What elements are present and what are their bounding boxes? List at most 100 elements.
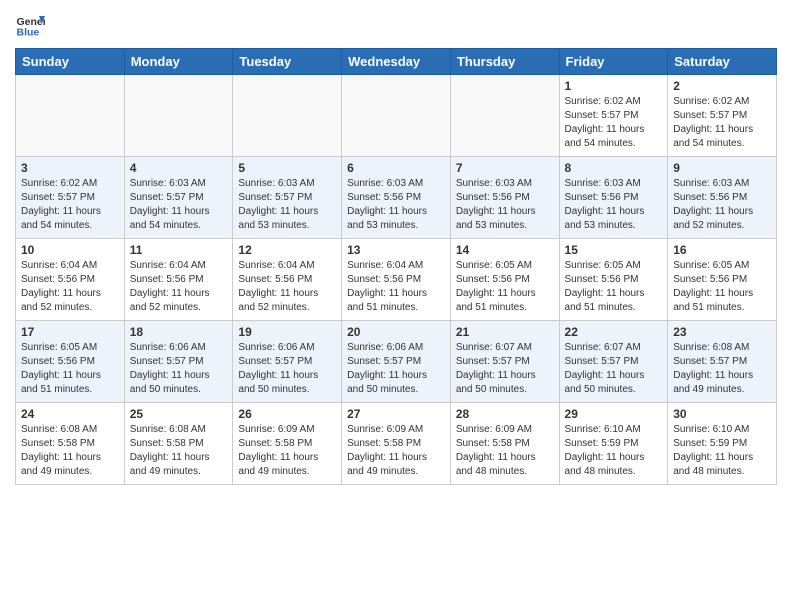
day-info: Sunrise: 6:08 AM Sunset: 5:58 PM Dayligh…	[21, 423, 119, 479]
sunrise-label: Sunrise: 6:03 AM	[456, 178, 532, 189]
weekday-header-row: SundayMondayTuesdayWednesdayThursdayFrid…	[16, 49, 777, 75]
sunset-label: Sunset: 5:56 PM	[347, 274, 421, 285]
calendar-cell: 29 Sunrise: 6:10 AM Sunset: 5:59 PM Dayl…	[559, 403, 668, 485]
calendar-cell	[233, 75, 342, 157]
daylight-label: Daylight: 11 hours and 52 minutes.	[130, 288, 210, 313]
daylight-label: Daylight: 11 hours and 53 minutes.	[238, 206, 318, 231]
sunset-label: Sunset: 5:58 PM	[238, 438, 312, 449]
sunrise-label: Sunrise: 6:04 AM	[21, 260, 97, 271]
logo-icon: General Blue	[15, 10, 45, 40]
sunset-label: Sunset: 5:56 PM	[673, 274, 747, 285]
sunset-label: Sunset: 5:56 PM	[130, 274, 204, 285]
weekday-header-saturday: Saturday	[668, 49, 777, 75]
calendar-cell: 4 Sunrise: 6:03 AM Sunset: 5:57 PM Dayli…	[124, 157, 233, 239]
day-info: Sunrise: 6:03 AM Sunset: 5:56 PM Dayligh…	[673, 177, 771, 233]
day-number: 1	[565, 79, 663, 93]
sunrise-label: Sunrise: 6:08 AM	[673, 342, 749, 353]
daylight-label: Daylight: 11 hours and 48 minutes.	[456, 452, 536, 477]
day-number: 26	[238, 407, 336, 421]
calendar-cell: 27 Sunrise: 6:09 AM Sunset: 5:58 PM Dayl…	[342, 403, 451, 485]
sunrise-label: Sunrise: 6:10 AM	[565, 424, 641, 435]
daylight-label: Daylight: 11 hours and 50 minutes.	[238, 370, 318, 395]
sunrise-label: Sunrise: 6:04 AM	[130, 260, 206, 271]
header: General Blue	[15, 10, 777, 40]
daylight-label: Daylight: 11 hours and 53 minutes.	[347, 206, 427, 231]
sunset-label: Sunset: 5:57 PM	[347, 356, 421, 367]
day-info: Sunrise: 6:03 AM Sunset: 5:56 PM Dayligh…	[565, 177, 663, 233]
week-row-2: 3 Sunrise: 6:02 AM Sunset: 5:57 PM Dayli…	[16, 157, 777, 239]
calendar-cell: 9 Sunrise: 6:03 AM Sunset: 5:56 PM Dayli…	[668, 157, 777, 239]
day-info: Sunrise: 6:05 AM Sunset: 5:56 PM Dayligh…	[456, 259, 554, 315]
day-info: Sunrise: 6:02 AM Sunset: 5:57 PM Dayligh…	[21, 177, 119, 233]
sunset-label: Sunset: 5:56 PM	[238, 274, 312, 285]
day-number: 22	[565, 325, 663, 339]
calendar-cell: 26 Sunrise: 6:09 AM Sunset: 5:58 PM Dayl…	[233, 403, 342, 485]
day-info: Sunrise: 6:03 AM Sunset: 5:57 PM Dayligh…	[238, 177, 336, 233]
page: General Blue SundayMondayTuesdayWednesda…	[0, 0, 792, 612]
calendar-cell	[342, 75, 451, 157]
sunset-label: Sunset: 5:56 PM	[673, 192, 747, 203]
weekday-header-sunday: Sunday	[16, 49, 125, 75]
daylight-label: Daylight: 11 hours and 49 minutes.	[238, 452, 318, 477]
calendar-cell	[450, 75, 559, 157]
day-info: Sunrise: 6:02 AM Sunset: 5:57 PM Dayligh…	[673, 95, 771, 151]
weekday-header-wednesday: Wednesday	[342, 49, 451, 75]
calendar-cell: 5 Sunrise: 6:03 AM Sunset: 5:57 PM Dayli…	[233, 157, 342, 239]
week-row-1: 1 Sunrise: 6:02 AM Sunset: 5:57 PM Dayli…	[16, 75, 777, 157]
calendar-cell	[16, 75, 125, 157]
day-number: 9	[673, 161, 771, 175]
week-row-5: 24 Sunrise: 6:08 AM Sunset: 5:58 PM Dayl…	[16, 403, 777, 485]
daylight-label: Daylight: 11 hours and 54 minutes.	[673, 124, 753, 149]
calendar-cell: 7 Sunrise: 6:03 AM Sunset: 5:56 PM Dayli…	[450, 157, 559, 239]
day-info: Sunrise: 6:03 AM Sunset: 5:57 PM Dayligh…	[130, 177, 228, 233]
day-number: 18	[130, 325, 228, 339]
day-info: Sunrise: 6:04 AM Sunset: 5:56 PM Dayligh…	[21, 259, 119, 315]
sunrise-label: Sunrise: 6:08 AM	[21, 424, 97, 435]
sunrise-label: Sunrise: 6:02 AM	[673, 96, 749, 107]
calendar-cell: 30 Sunrise: 6:10 AM Sunset: 5:59 PM Dayl…	[668, 403, 777, 485]
calendar-cell: 1 Sunrise: 6:02 AM Sunset: 5:57 PM Dayli…	[559, 75, 668, 157]
day-info: Sunrise: 6:06 AM Sunset: 5:57 PM Dayligh…	[130, 341, 228, 397]
sunrise-label: Sunrise: 6:02 AM	[565, 96, 641, 107]
sunset-label: Sunset: 5:57 PM	[673, 356, 747, 367]
calendar-cell: 11 Sunrise: 6:04 AM Sunset: 5:56 PM Dayl…	[124, 239, 233, 321]
day-info: Sunrise: 6:02 AM Sunset: 5:57 PM Dayligh…	[565, 95, 663, 151]
day-number: 21	[456, 325, 554, 339]
sunset-label: Sunset: 5:57 PM	[21, 192, 95, 203]
weekday-header-friday: Friday	[559, 49, 668, 75]
calendar-cell: 20 Sunrise: 6:06 AM Sunset: 5:57 PM Dayl…	[342, 321, 451, 403]
daylight-label: Daylight: 11 hours and 48 minutes.	[565, 452, 645, 477]
sunrise-label: Sunrise: 6:10 AM	[673, 424, 749, 435]
calendar-cell: 6 Sunrise: 6:03 AM Sunset: 5:56 PM Dayli…	[342, 157, 451, 239]
daylight-label: Daylight: 11 hours and 54 minutes.	[565, 124, 645, 149]
day-number: 8	[565, 161, 663, 175]
day-number: 4	[130, 161, 228, 175]
sunrise-label: Sunrise: 6:07 AM	[565, 342, 641, 353]
daylight-label: Daylight: 11 hours and 50 minutes.	[565, 370, 645, 395]
sunrise-label: Sunrise: 6:09 AM	[238, 424, 314, 435]
daylight-label: Daylight: 11 hours and 51 minutes.	[21, 370, 101, 395]
sunrise-label: Sunrise: 6:05 AM	[565, 260, 641, 271]
calendar-cell: 17 Sunrise: 6:05 AM Sunset: 5:56 PM Dayl…	[16, 321, 125, 403]
daylight-label: Daylight: 11 hours and 50 minutes.	[130, 370, 210, 395]
day-info: Sunrise: 6:04 AM Sunset: 5:56 PM Dayligh…	[130, 259, 228, 315]
sunrise-label: Sunrise: 6:04 AM	[238, 260, 314, 271]
sunset-label: Sunset: 5:56 PM	[21, 356, 95, 367]
sunset-label: Sunset: 5:59 PM	[673, 438, 747, 449]
day-number: 2	[673, 79, 771, 93]
day-info: Sunrise: 6:09 AM Sunset: 5:58 PM Dayligh…	[347, 423, 445, 479]
daylight-label: Daylight: 11 hours and 54 minutes.	[21, 206, 101, 231]
daylight-label: Daylight: 11 hours and 52 minutes.	[21, 288, 101, 313]
daylight-label: Daylight: 11 hours and 50 minutes.	[456, 370, 536, 395]
daylight-label: Daylight: 11 hours and 50 minutes.	[347, 370, 427, 395]
sunset-label: Sunset: 5:56 PM	[456, 274, 530, 285]
sunrise-label: Sunrise: 6:05 AM	[21, 342, 97, 353]
calendar-cell: 12 Sunrise: 6:04 AM Sunset: 5:56 PM Dayl…	[233, 239, 342, 321]
week-row-3: 10 Sunrise: 6:04 AM Sunset: 5:56 PM Dayl…	[16, 239, 777, 321]
day-info: Sunrise: 6:05 AM Sunset: 5:56 PM Dayligh…	[21, 341, 119, 397]
day-info: Sunrise: 6:06 AM Sunset: 5:57 PM Dayligh…	[238, 341, 336, 397]
day-number: 19	[238, 325, 336, 339]
sunset-label: Sunset: 5:58 PM	[130, 438, 204, 449]
sunset-label: Sunset: 5:56 PM	[21, 274, 95, 285]
day-number: 14	[456, 243, 554, 257]
